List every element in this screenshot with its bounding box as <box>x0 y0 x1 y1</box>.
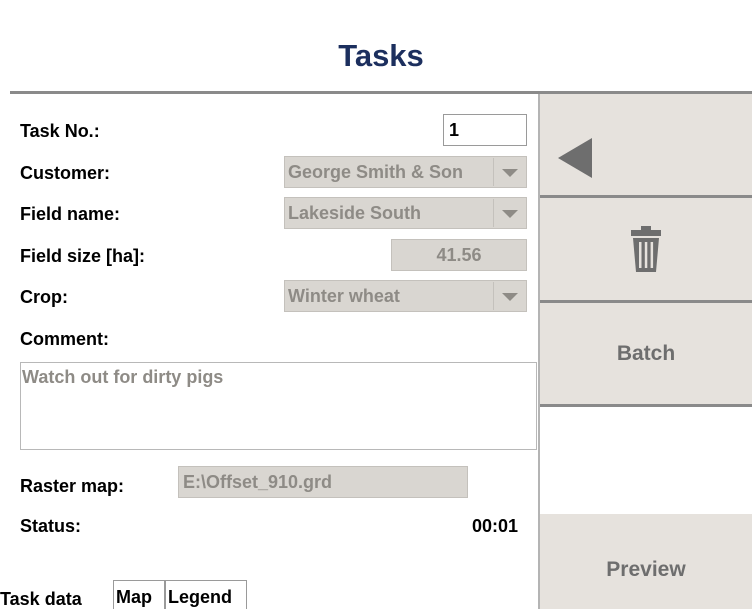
status-label: Status: <box>20 516 82 536</box>
trash-can-icon <box>631 226 661 272</box>
crop-label: Crop: <box>20 287 68 307</box>
customer-select[interactable]: George Smith & Son <box>284 156 527 188</box>
customer-label: Customer: <box>20 163 111 183</box>
chevron-down-icon[interactable] <box>493 158 525 186</box>
task-no-input[interactable]: 1 <box>443 114 527 146</box>
tab-task-data[interactable]: Task data <box>0 583 113 612</box>
tab-map[interactable]: Map <box>113 580 165 609</box>
raster-map-field: E:\Offset_910.grd <box>178 466 468 498</box>
page-title: Tasks <box>338 38 424 73</box>
field-name-label: Field name: <box>20 204 121 224</box>
customer-value: George Smith & Son <box>288 162 464 182</box>
back-button[interactable] <box>540 94 752 198</box>
delete-button[interactable] <box>540 198 752 303</box>
crop-select[interactable]: Winter wheat <box>284 280 527 312</box>
tab-legend[interactable]: Legend <box>165 580 247 609</box>
field-name-value: Lakeside South <box>288 203 422 223</box>
comment-textarea[interactable]: Watch out for dirty pigs <box>20 362 537 450</box>
empty-button-slot <box>540 407 752 514</box>
preview-button[interactable]: Preview <box>540 514 752 609</box>
field-size-label: Field size [ha]: <box>20 246 146 266</box>
raster-map-label: Raster map: <box>20 476 125 496</box>
batch-button[interactable]: Batch <box>540 303 752 407</box>
comment-label: Comment: <box>20 329 109 349</box>
task-no-label: Task No.: <box>20 121 100 141</box>
left-triangle-icon <box>558 138 592 178</box>
chevron-down-icon[interactable] <box>493 282 525 310</box>
crop-value: Winter wheat <box>288 286 400 306</box>
status-value: 00:01 <box>472 516 519 536</box>
field-size-field: 41.56 <box>391 239 527 271</box>
task-data-panel: Task No.: 1 Customer: George Smith & Son… <box>10 94 539 609</box>
field-name-select[interactable]: Lakeside South <box>284 197 527 229</box>
chevron-down-icon[interactable] <box>493 199 525 227</box>
